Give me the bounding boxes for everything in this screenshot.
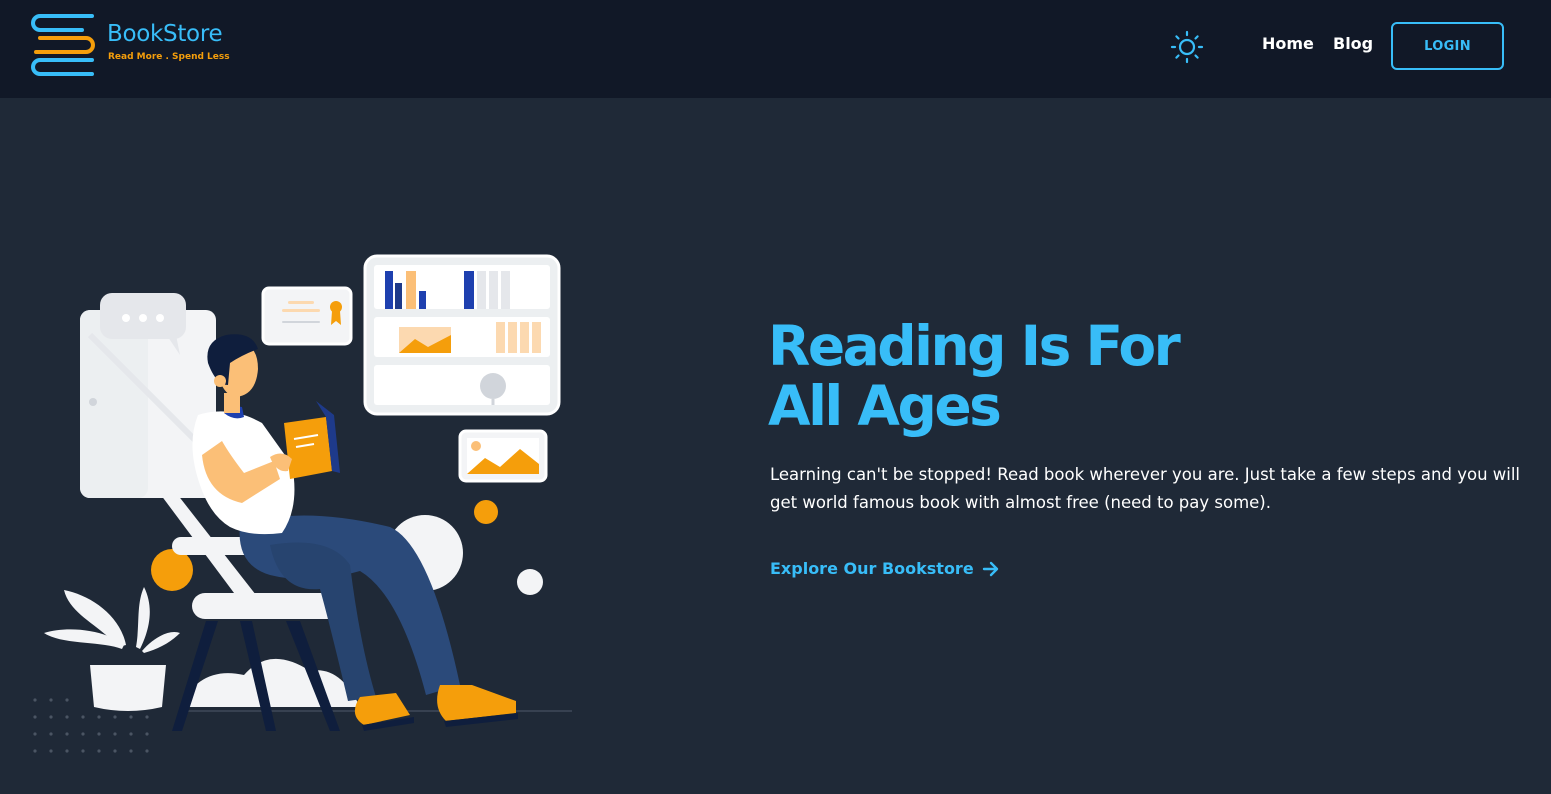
explore-bookstore-link[interactable]: Explore Our Bookstore (770, 559, 1000, 578)
person-reading-illustration (33, 254, 572, 753)
theme-toggle-button[interactable] (1170, 30, 1204, 64)
brand-name: BookStore (107, 21, 223, 47)
nav-link-blog[interactable]: Blog (1333, 34, 1373, 53)
explore-bookstore-label: Explore Our Bookstore (770, 559, 974, 578)
brand-tagline: Read More . Spend Less (108, 52, 230, 62)
hero-description: Learning can't be stopped! Read book whe… (770, 465, 1521, 512)
nav-link-home[interactable]: Home (1262, 34, 1314, 53)
arrow-right-icon (982, 561, 1000, 577)
sun-icon (1170, 30, 1204, 64)
logo[interactable]: BookStore Read More . Spend Less (30, 12, 240, 82)
navbar: BookStore Read More . Spend Less Home Bl… (0, 0, 1551, 98)
login-button[interactable]: LOGIN (1391, 22, 1504, 70)
hero-title-line-1: Reading Is For (768, 314, 1181, 378)
hero-title-line-2: All Ages (768, 374, 1002, 438)
books-logo-icon (31, 14, 95, 76)
hero-title: Reading Is For All Ages (768, 314, 1181, 438)
